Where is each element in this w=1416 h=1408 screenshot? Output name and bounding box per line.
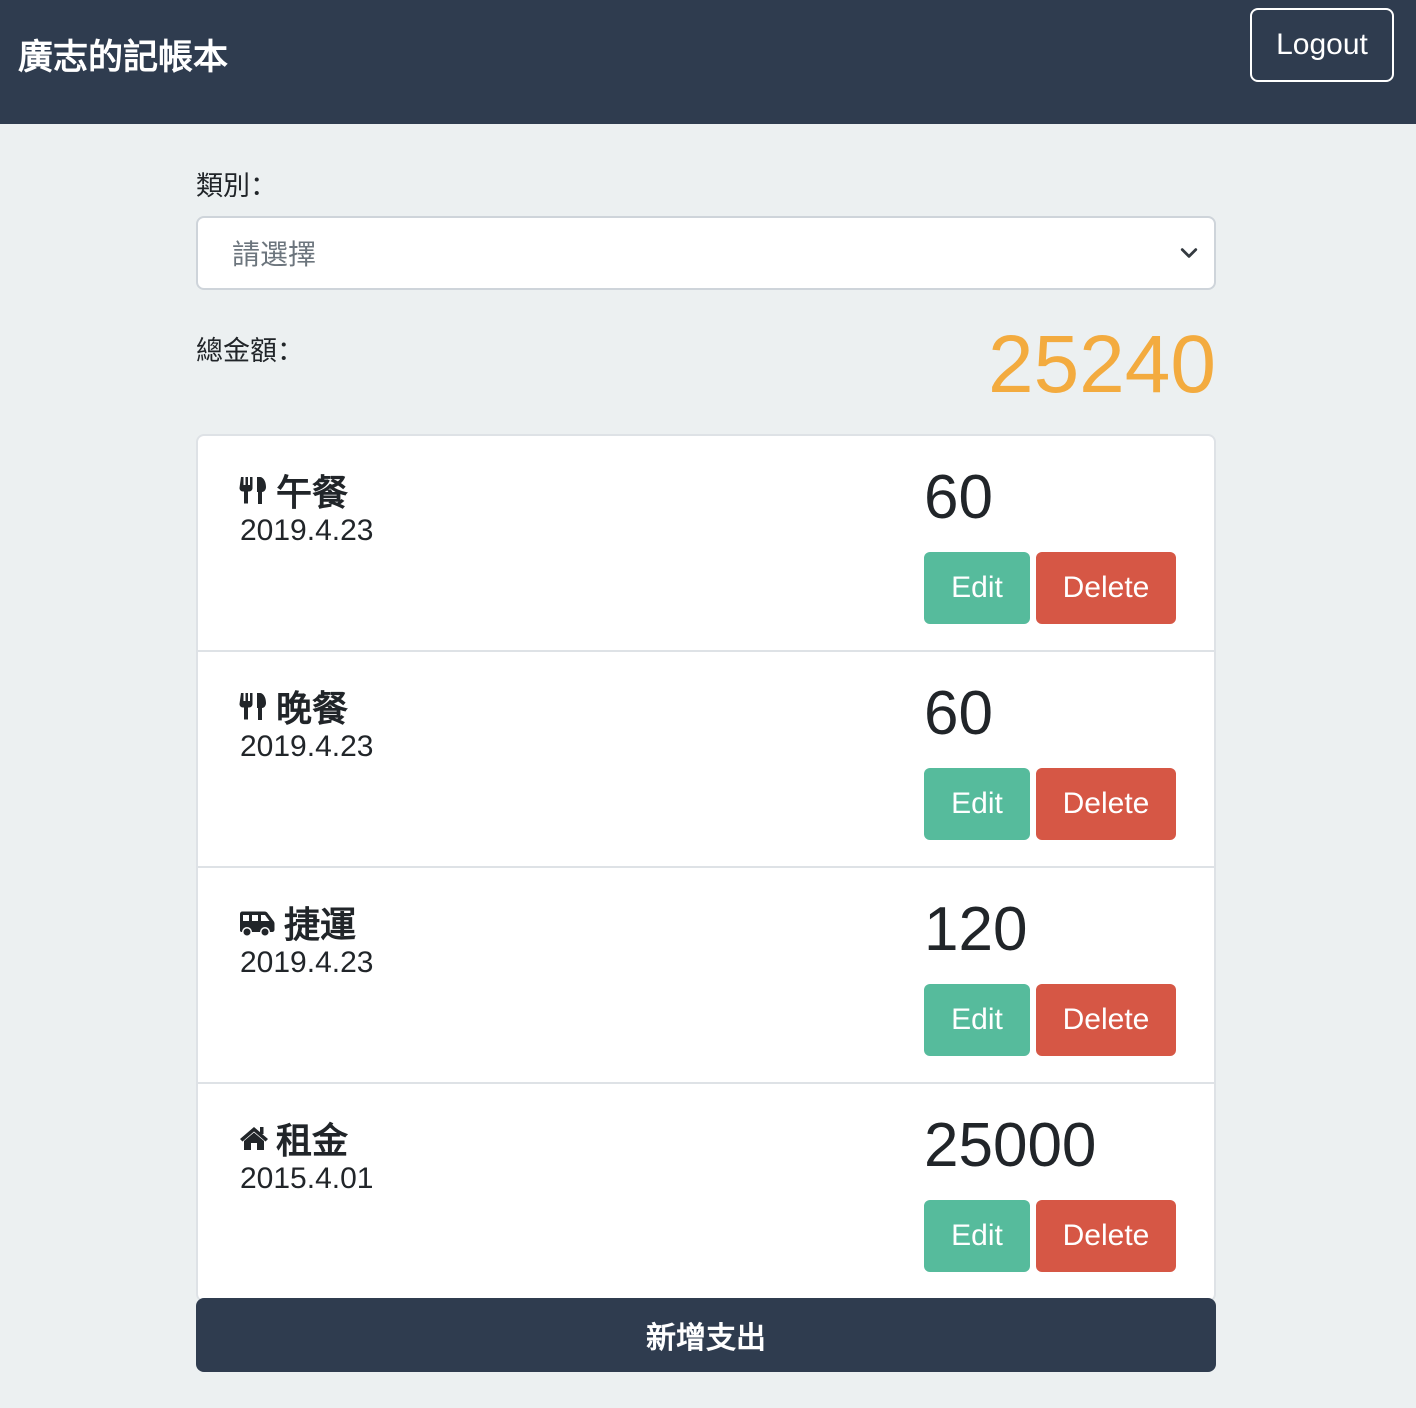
edit-button[interactable]: Edit (924, 1200, 1030, 1272)
item-date: 2019.4.23 (240, 730, 374, 763)
total-label: 總金額： (196, 336, 304, 367)
item-date: 2019.4.23 (240, 946, 374, 979)
top-navbar: 廣志的記帳本 Logout (0, 0, 1416, 124)
delete-button[interactable]: Delete (1036, 1200, 1176, 1272)
expense-list: 午餐 2019.4.23 60 Edit Delete 晚餐 2019.4.23… (196, 434, 1216, 1302)
delete-button[interactable]: Delete (1036, 984, 1176, 1056)
item-name: 捷運 (284, 905, 357, 946)
utensils-icon (239, 477, 266, 504)
item-amount: 120 (924, 895, 1028, 964)
category-select-value: 請選擇 (232, 238, 317, 271)
delete-button[interactable]: Delete (1036, 768, 1176, 840)
edit-button[interactable]: Edit (924, 768, 1030, 840)
home-icon (240, 1127, 268, 1150)
list-item: 租金 2015.4.01 25000 Edit Delete (198, 1084, 1214, 1300)
list-item: 捷運 2019.4.23 120 Edit Delete (198, 868, 1214, 1084)
item-name: 租金 (276, 1121, 349, 1162)
item-date: 2015.4.01 (240, 1162, 374, 1195)
add-expense-button[interactable]: 新增支出 (196, 1298, 1216, 1372)
item-date: 2019.4.23 (240, 514, 374, 547)
edit-button[interactable]: Edit (924, 552, 1030, 624)
item-amount: 25000 (924, 1111, 1097, 1180)
item-title: 晚餐 (238, 680, 348, 732)
app-title: 廣志的記帳本 (18, 37, 229, 78)
item-title: 捷運 (238, 896, 356, 948)
item-title: 午餐 (238, 464, 348, 516)
item-amount: 60 (924, 463, 993, 532)
edit-button[interactable]: Edit (924, 984, 1030, 1056)
category-label: 類別： (196, 171, 277, 202)
delete-button[interactable]: Delete (1036, 552, 1176, 624)
list-item: 晚餐 2019.4.23 60 Edit Delete (198, 652, 1214, 868)
item-amount: 60 (924, 679, 993, 748)
total-amount: 25240 (987, 319, 1216, 410)
logout-button[interactable]: Logout (1250, 8, 1394, 82)
item-name: 午餐 (276, 473, 349, 514)
chevron-down-icon (1180, 248, 1198, 258)
item-title: 租金 (238, 1112, 348, 1164)
utensils-icon (239, 693, 266, 720)
category-select[interactable]: 請選擇 (196, 216, 1216, 290)
list-item: 午餐 2019.4.23 60 Edit Delete (198, 436, 1214, 652)
item-name: 晚餐 (276, 689, 349, 730)
shuttle-van-icon (240, 911, 275, 936)
